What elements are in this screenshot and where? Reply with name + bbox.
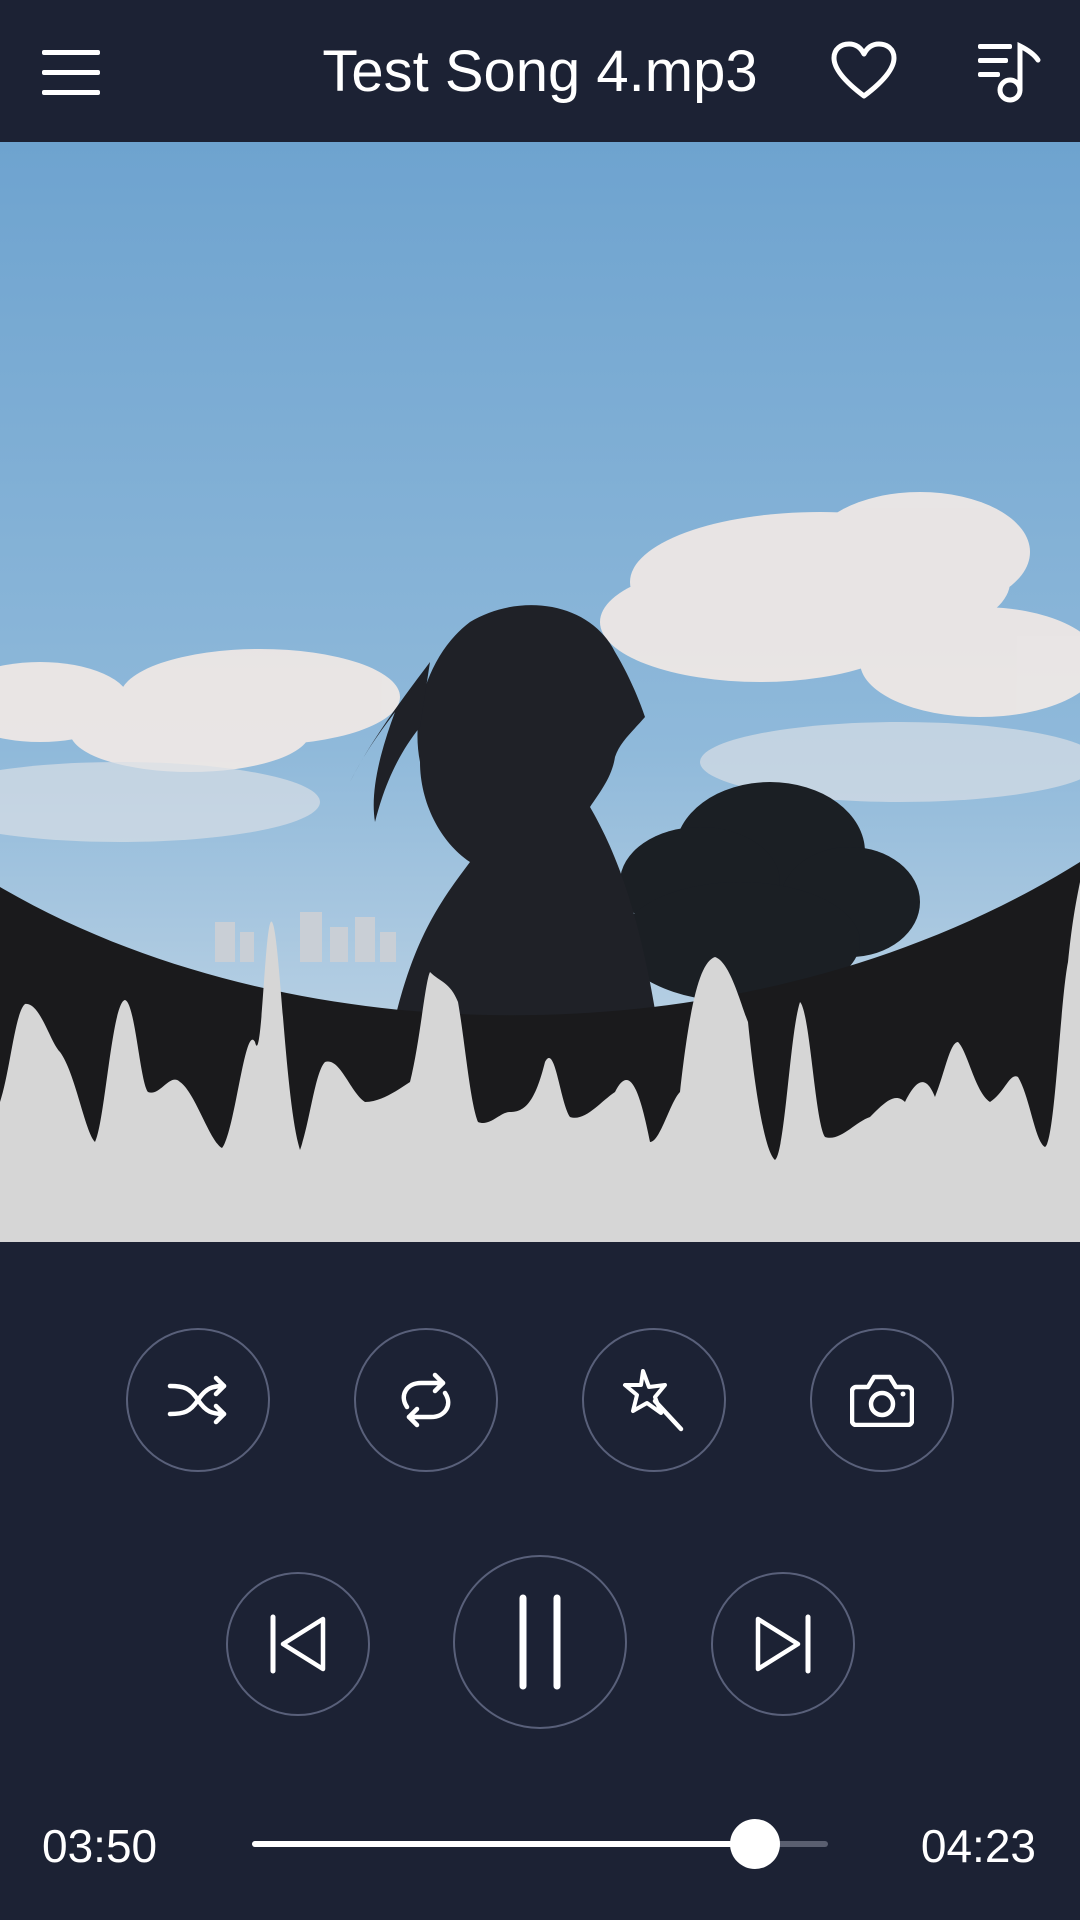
camera-button[interactable]: [810, 1328, 954, 1472]
music-playlist-icon: [978, 41, 1041, 103]
repeat-icon: [401, 1372, 451, 1428]
elapsed-time: 03:50: [42, 1820, 158, 1872]
seek-bar-thumb[interactable]: [730, 1819, 781, 1869]
playlist-button[interactable]: [974, 38, 1044, 106]
seek-bar[interactable]: [252, 1819, 828, 1869]
next-button[interactable]: [711, 1572, 855, 1716]
favorite-button[interactable]: [830, 40, 898, 102]
shuffle-icon: [167, 1375, 227, 1425]
pause-icon: [519, 1594, 561, 1690]
pause-button[interactable]: [453, 1555, 627, 1729]
total-time: 04:23: [920, 1820, 1036, 1872]
effects-button[interactable]: [582, 1328, 726, 1472]
seek-bar-progress: [252, 1841, 756, 1847]
skip-next-icon: [755, 1614, 811, 1674]
album-art-image: [0, 142, 1080, 1242]
skip-previous-icon: [270, 1614, 326, 1674]
album-artwork: [0, 142, 1080, 1242]
previous-button[interactable]: [226, 1572, 370, 1716]
song-title: Test Song 4.mp3: [322, 39, 758, 104]
magic-wand-icon: [623, 1369, 684, 1432]
top-bar: Test Song 4.mp3: [0, 0, 1080, 142]
camera-icon: [850, 1374, 914, 1427]
shuffle-button[interactable]: [126, 1328, 270, 1472]
repeat-button[interactable]: [354, 1328, 498, 1472]
heart-icon: [831, 41, 897, 99]
